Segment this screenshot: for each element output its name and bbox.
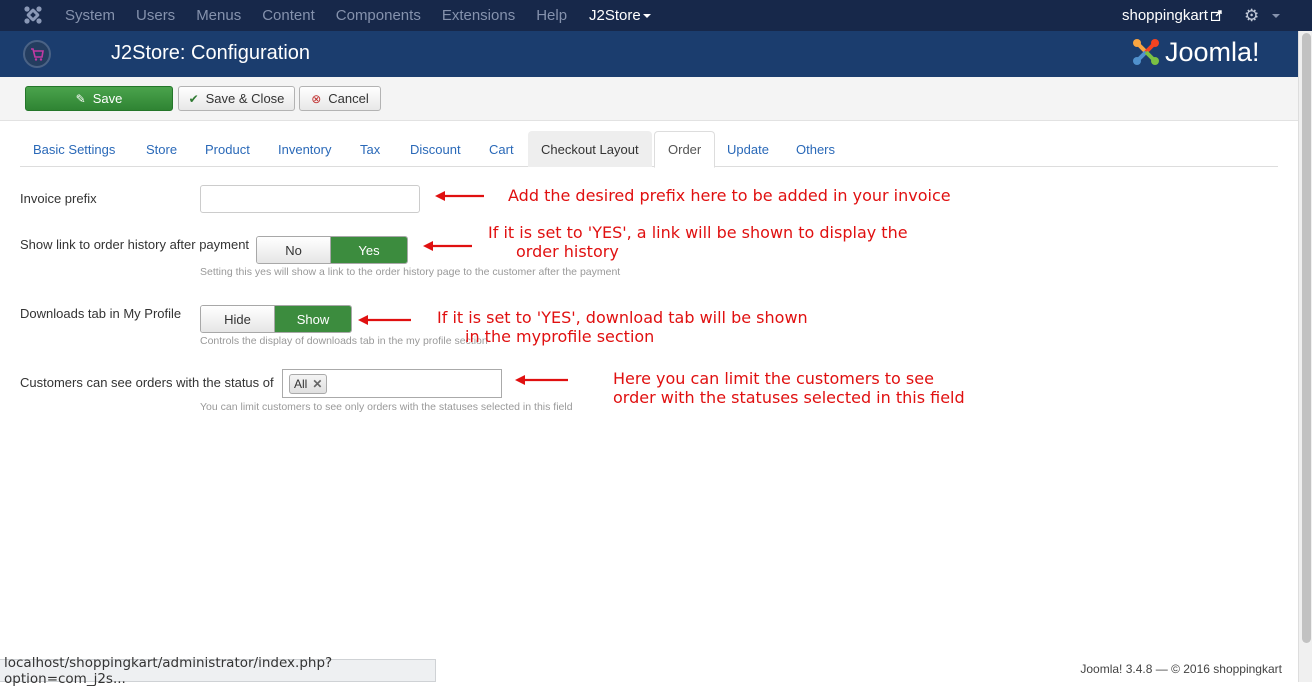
order-history-link-label: Show link to order history after payment [20,237,250,252]
downloads-help-text: Controls the display of downloads tab in… [200,335,488,347]
order-history-link-toggle: No Yes [256,236,408,264]
status-chip-label: All [294,377,308,391]
invoice-prefix-input[interactable] [200,185,420,213]
tab-basic-settings[interactable]: Basic Settings [20,131,128,167]
order-status-multiselect[interactable]: All ✕ [282,369,502,398]
config-tabs: Basic Settings Store Product Inventory T… [20,131,1278,168]
downloads-show-option[interactable]: Show [275,306,351,332]
order-status-label: Customers can see orders with the status… [20,375,274,390]
tab-cart[interactable]: Cart [476,131,527,167]
annotation-downloads-line-1: If it is set to 'YES', download tab will… [437,308,808,327]
top-navbar: System Users Menus Content Components Ex… [0,0,1312,31]
tab-checkout-layout[interactable]: Checkout Layout [528,131,652,167]
menu-components[interactable]: Components [336,7,421,24]
tab-discount[interactable]: Discount [397,131,474,167]
joomla-logo-icon[interactable] [22,4,44,26]
check-icon: ✔ [188,91,199,106]
tab-others[interactable]: Others [783,131,848,167]
order-history-yes-option[interactable]: Yes [331,237,407,263]
site-link-label: shoppingkart [1122,7,1208,24]
invoice-prefix-label: Invoice prefix [20,191,97,206]
tab-product[interactable]: Product [192,131,263,167]
menu-j2store-label: J2Store [589,7,641,24]
browser-status-url: localhost/shoppingkart/administrator/ind… [0,655,436,687]
joomla-brand-text: Joomla! [1165,36,1260,67]
save-button-label: Save [92,91,123,106]
page-header: J2Store: Configuration Joomla! [0,31,1298,77]
save-close-button[interactable]: ✔ Save & Close [178,86,295,111]
cancel-icon: ⊗ [311,91,322,106]
cancel-button[interactable]: ⊗ Cancel [299,86,381,111]
order-status-help-text: You can limit customers to see only orde… [200,401,573,413]
menu-system[interactable]: System [65,7,115,24]
menu-extensions[interactable]: Extensions [442,7,515,24]
cancel-button-label: Cancel [328,91,369,106]
annotation-history-line-2: order history [516,242,619,261]
downloads-tab-toggle: Hide Show [200,305,352,333]
cart-icon [23,40,51,68]
toolbar: ✎ Save ✔ Save & Close ⊗ Cancel [0,77,1298,121]
status-chip-all: All ✕ [289,374,328,394]
joomla-brand-logo: Joomla! [1130,36,1260,68]
joomla-logo-icon [1133,39,1159,65]
menu-help[interactable]: Help [536,7,567,24]
tab-tax[interactable]: Tax [347,131,393,167]
gear-icon[interactable]: ⚙ [1244,6,1259,26]
menu-j2store[interactable]: J2Store [589,0,651,31]
menu-users[interactable]: Users [136,7,175,24]
annotation-invoice: Add the desired prefix here to be added … [508,186,951,205]
save-button[interactable]: ✎ Save [25,86,173,111]
page-scrollbar[interactable] [1298,31,1312,682]
tab-inventory[interactable]: Inventory [265,131,344,167]
annotation-arrow [358,315,411,325]
chevron-down-icon [642,13,651,18]
scrollbar-thumb[interactable] [1302,33,1311,643]
site-link[interactable]: shoppingkart [1122,0,1222,31]
order-history-help-text: Setting this yes will show a link to the… [200,266,621,278]
external-link-icon [1210,10,1222,21]
save-close-label: Save & Close [205,91,285,106]
annotation-downloads-line-2: in the myprofile section [465,327,655,346]
tab-store[interactable]: Store [133,131,190,167]
page-title: J2Store: Configuration [111,42,311,64]
order-history-no-option[interactable]: No [257,237,332,263]
chevron-down-icon[interactable] [1272,14,1280,18]
edit-icon: ✎ [75,91,86,106]
annotation-arrow [515,375,568,385]
downloads-tab-label: Downloads tab in My Profile [20,306,182,321]
footer-copyright: Joomla! 3.4.8 — © 2016 shoppingkart [1080,662,1282,676]
annotation-history-line-1: If it is set to 'YES', a link will be sh… [488,223,908,242]
annotation-status-line-2: order with the statuses selected in this… [613,388,965,407]
downloads-hide-option[interactable]: Hide [201,306,276,332]
annotation-arrow [435,191,484,201]
tab-update[interactable]: Update [714,131,782,167]
close-icon[interactable]: ✕ [312,377,322,391]
tab-order[interactable]: Order [654,131,716,168]
menu-content[interactable]: Content [262,7,315,24]
annotation-status-line-1: Here you can limit the customers to see [613,369,934,388]
annotation-arrow [423,241,472,251]
menu-menus[interactable]: Menus [196,7,241,24]
